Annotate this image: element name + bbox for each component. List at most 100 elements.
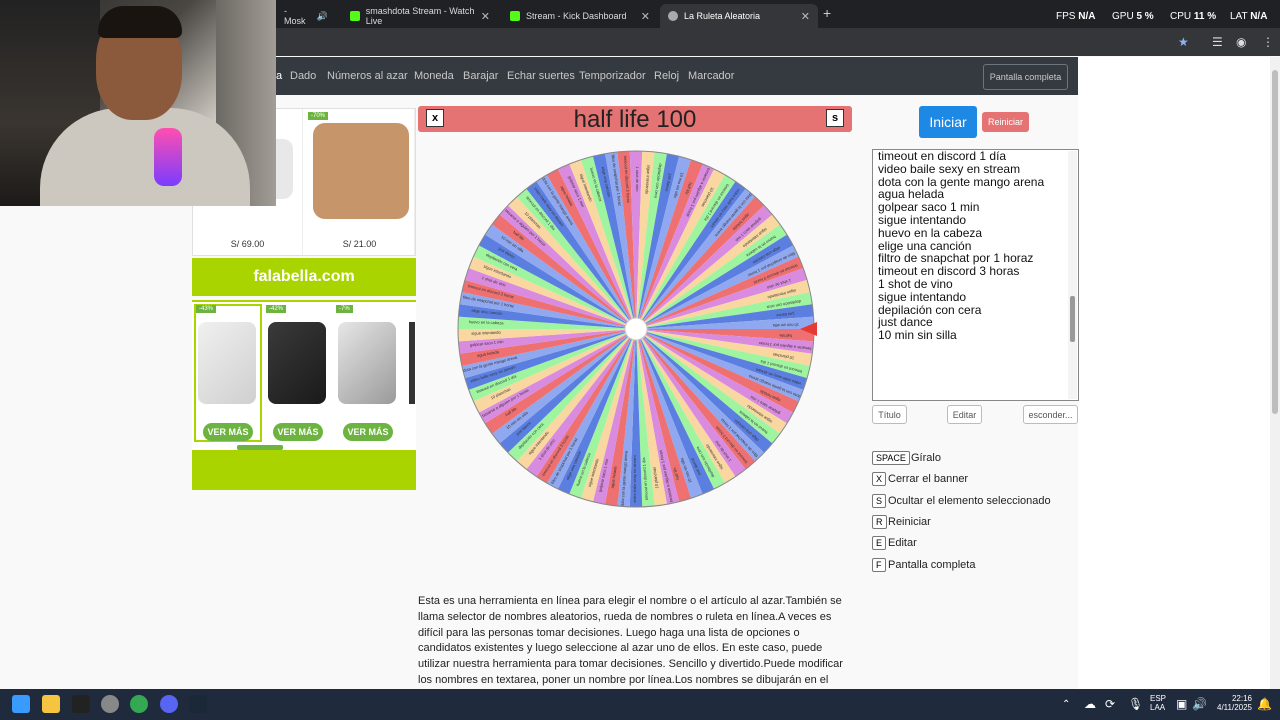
product-price: S/ 21.00 <box>342 239 377 249</box>
product-price: S/ 69.00 <box>230 239 265 249</box>
discord-icon[interactable] <box>160 695 178 713</box>
ver-mas-button[interactable]: VER MÁS <box>343 423 393 441</box>
falabella-logo[interactable]: falabella.com <box>192 258 416 296</box>
shortcut-key: S <box>872 493 887 508</box>
shortcut-key: R <box>872 514 887 529</box>
close-tab-icon[interactable]: ✕ <box>481 10 490 23</box>
cloud-icon[interactable]: ☁ <box>1084 697 1096 711</box>
title-button[interactable]: Título <box>872 405 907 424</box>
nav-item-temporizador[interactable]: Temporizador <box>579 70 646 82</box>
nav-item-echar-suertes[interactable]: Echar suertes <box>507 70 575 82</box>
ver-mas-button[interactable]: VER MÁS <box>203 423 253 441</box>
sync-icon[interactable]: ⟳ <box>1105 697 1115 711</box>
tab-smashdota[interactable]: smashdota Stream - Watch Live ✕ <box>342 4 498 28</box>
close-banner-button[interactable]: x <box>426 109 444 127</box>
discount-badge: -43% <box>196 305 217 313</box>
option-line: video baile sexy en stream <box>878 161 1021 176</box>
close-tab-icon[interactable]: ✕ <box>801 10 810 23</box>
option-line: timeout en discord 1 día <box>878 149 1007 163</box>
speaker-icon: 🔊 <box>316 10 328 21</box>
textarea-scrollbar-thumb[interactable] <box>1070 296 1075 342</box>
option-line: sigue intentando <box>878 289 967 304</box>
nav-item-marcador[interactable]: Marcador <box>688 70 734 82</box>
settings-icon[interactable] <box>101 695 119 713</box>
tab-kick-dashboard[interactable]: Stream - Kick Dashboard ✕ <box>502 4 658 28</box>
chevron-up-icon[interactable]: ⌃ <box>1062 699 1070 710</box>
wheel-segment-label: sigue intentando <box>471 330 501 336</box>
nav-item-barajar[interactable]: Barajar <box>463 70 498 82</box>
shortcut-key: X <box>872 472 887 487</box>
textarea-scrollbar[interactable] <box>1068 151 1077 399</box>
perf-cpu: CPU 11 % <box>1170 11 1217 22</box>
wheel-title-bar: half life 100 x s <box>418 106 852 133</box>
nav-item-ruleta[interactable]: a <box>276 70 282 82</box>
option-line: huevo en la cabeza <box>878 225 983 240</box>
shortcut-description: Editar <box>888 537 917 550</box>
microphone-icon <box>154 128 182 186</box>
tab-label: - Mosk <box>284 6 306 26</box>
shortcut-description: Reiniciar <box>888 515 931 528</box>
fullscreen-button[interactable]: Pantalla completa <box>983 64 1068 90</box>
product-image <box>198 322 256 404</box>
product-image <box>338 322 396 404</box>
nav-item-dado[interactable]: Dado <box>290 70 316 82</box>
tab-label: Stream - Kick Dashboard <box>526 11 627 21</box>
ad-product[interactable]: -70% S/ 21.00 <box>305 109 415 255</box>
globe-icon <box>668 11 678 21</box>
hide-button[interactable]: esconder... <box>1023 405 1078 424</box>
microphone-icon[interactable]: 🎙 <box>1128 697 1143 711</box>
wheel-title: half life 100 <box>573 106 697 133</box>
roulette-wheel[interactable]: half lifebesarse a alguien por 1 horas10… <box>455 148 817 510</box>
webcam-overlay <box>0 0 276 206</box>
shortcut-description: Gíralo <box>911 452 941 464</box>
wheel-segment-label: 1 shot de vino <box>635 167 640 193</box>
page-scrollbar-thumb[interactable] <box>1272 70 1278 414</box>
wheel-segment-label: 10 min sin silla <box>772 322 799 328</box>
ver-mas-button[interactable]: VER MÁS <box>273 423 323 441</box>
carousel-indicator[interactable] <box>237 445 283 450</box>
product-image <box>268 322 326 404</box>
kick-icon <box>510 11 520 21</box>
file-explorer-icon[interactable] <box>42 695 60 713</box>
star-icon[interactable]: ★ <box>1178 35 1189 49</box>
wheel-center <box>624 317 648 341</box>
perf-gpu: GPU 5 % <box>1112 11 1154 22</box>
playlist-icon[interactable]: ☰ <box>1212 35 1223 49</box>
discount-badge: -42% <box>266 305 287 313</box>
discount-badge: -70% <box>308 112 329 120</box>
volume-icon[interactable]: 🔊 <box>1192 697 1207 711</box>
hide-selected-button[interactable]: s <box>826 109 844 127</box>
close-tab-icon[interactable]: ✕ <box>641 10 650 23</box>
option-line: sigue intentando <box>878 212 967 227</box>
tab-ruleta[interactable]: La Ruleta Aleatoria ✕ <box>660 4 818 28</box>
streamer-hair <box>98 6 182 38</box>
menu-icon[interactable]: ⋮ <box>1262 35 1274 49</box>
steam-icon[interactable] <box>189 695 207 713</box>
network-icon[interactable]: ▣ <box>1176 697 1187 711</box>
language-indicator[interactable]: ESP LAA <box>1150 694 1166 712</box>
chrome-icon[interactable] <box>130 695 148 713</box>
clock[interactable]: 22:16 4/11/2025 <box>1214 694 1252 712</box>
nav-item-moneda[interactable]: Moneda <box>414 70 454 82</box>
option-line: 1 shot de vino <box>878 276 953 291</box>
nav-item-numeros[interactable]: Números al azar <box>327 70 408 82</box>
notifications-icon[interactable]: 🔔 <box>1257 697 1272 711</box>
reset-button[interactable]: Reiniciar <box>982 112 1029 132</box>
kick-icon <box>350 11 360 21</box>
windows-start-icon[interactable] <box>12 695 30 713</box>
tab-mosk[interactable]: - Mosk 🔊 <box>276 4 336 28</box>
perf-lat: LAT N/A <box>1230 11 1268 22</box>
capcut-icon[interactable] <box>72 695 90 713</box>
new-tab-icon[interactable]: + <box>823 5 831 21</box>
nav-item-reloj[interactable]: Reloj <box>654 70 679 82</box>
ad-products-panel: -43% VER MÁS -42% VER MÁS -7% VER MÁS <box>192 302 416 450</box>
start-button[interactable]: Iniciar <box>919 106 977 138</box>
shortcut-description: Cerrar el banner <box>888 473 969 486</box>
ad-products-bottom[interactable]: -43% VER MÁS -42% VER MÁS -7% VER MÁS <box>192 300 416 490</box>
tab-label: La Ruleta Aleatoria <box>684 11 761 21</box>
options-textarea[interactable]: timeout en discord 1 día video baile sexy… <box>872 149 1079 401</box>
edit-button[interactable]: Editar <box>947 405 982 424</box>
shortcut-key: E <box>872 536 887 551</box>
profile-icon[interactable]: ◉ <box>1236 35 1246 49</box>
shortcut-key: SPACE <box>872 451 910 465</box>
